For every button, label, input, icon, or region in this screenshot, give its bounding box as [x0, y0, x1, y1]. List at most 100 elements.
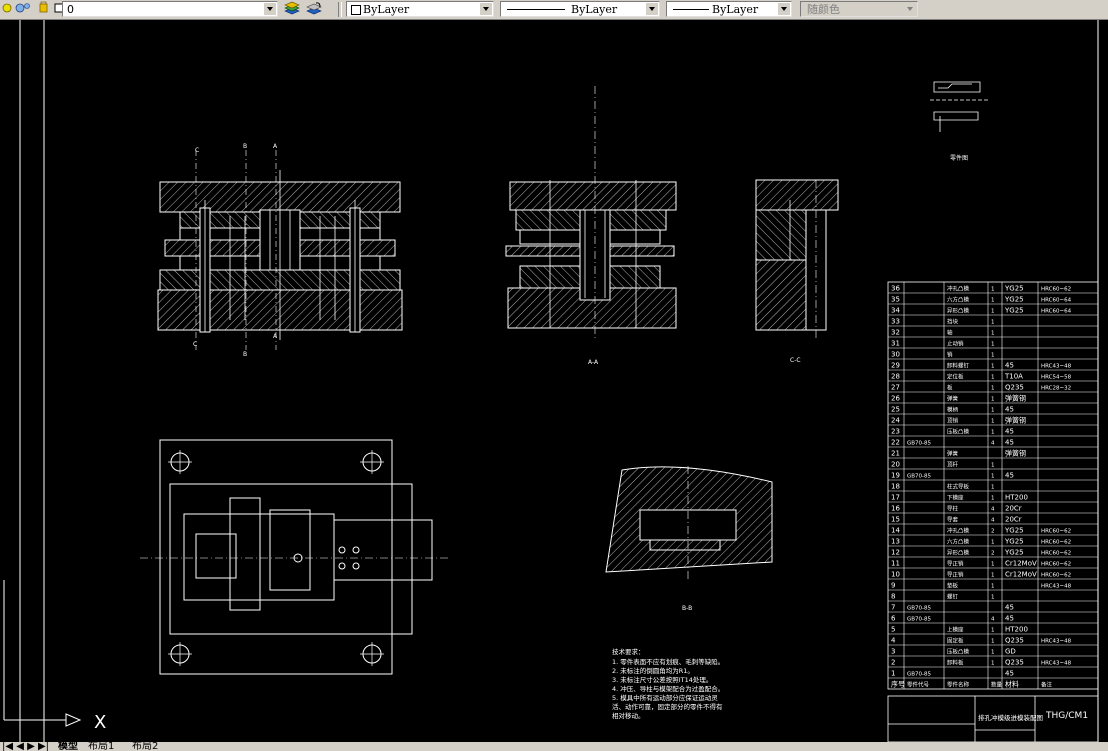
bom-cell-mat: Q235 — [1005, 384, 1024, 392]
layers-stack-icon — [284, 1, 300, 15]
bom-cell-no: 24 — [891, 417, 900, 425]
cut-label-c-top: C — [195, 147, 199, 154]
chevron-down-icon[interactable] — [264, 3, 276, 15]
bom-cell-no: 2 — [891, 659, 895, 667]
section-b-b-label: B-B — [682, 605, 692, 612]
bom-cell-mat: YG25 — [1004, 307, 1024, 315]
bom-cell-mat: YG25 — [1004, 296, 1024, 304]
bom-cell-mat: Q235 — [1005, 659, 1024, 667]
notes-line: 相对移动。 — [612, 711, 645, 720]
section-a-a-view[interactable] — [505, 86, 677, 338]
bom-cell-no: 3 — [891, 648, 895, 656]
bom-cell-no: 11 — [891, 560, 900, 568]
bom-cell-no: 20 — [891, 461, 900, 469]
bom-cell-qty: 1 — [991, 320, 995, 326]
bom-cell-mat: Q235 — [1005, 637, 1024, 645]
bom-cell-std: GB70-85 — [907, 672, 932, 678]
lineweight-sample-icon — [673, 9, 709, 10]
bom-cell-name: 导柱 — [947, 505, 959, 513]
section-b-b-view[interactable] — [605, 466, 773, 580]
bom-cell-no: 18 — [891, 483, 900, 491]
bom-cell-mat: 45 — [1005, 439, 1014, 447]
bom-cell-name: 冲孔凸模 — [947, 285, 970, 293]
bom-cell-no: 16 — [891, 505, 900, 513]
bom-cell-remark: HRC60~64 — [1041, 298, 1072, 304]
bom-cell-no: 9 — [891, 582, 895, 590]
bom-cell-name: 挡块 — [947, 318, 959, 326]
bill-of-materials-table[interactable]: 36 冲孔凸模 1 YG25 HRC60~6235 六方凸模 1 YG25 HRC60~6434… — [887, 281, 1099, 690]
chevron-down-icon[interactable] — [778, 3, 790, 15]
bom-cell-no: 5 — [891, 626, 895, 634]
plotstyle-dropdown: 随颜色 — [800, 1, 918, 17]
part-drawing-view[interactable] — [930, 81, 990, 132]
section-c-c-view[interactable] — [755, 179, 839, 340]
bom-cell-no: 30 — [891, 351, 900, 359]
bom-cell-qty: 1 — [991, 342, 995, 348]
bom-cell-remark: HRC60~62 — [1041, 287, 1071, 293]
tab-nav-arrows[interactable]: |◀ ◀ ▶ ▶| — [2, 742, 49, 751]
notes-line: 2. 未标注的倒圆角均为R1。 — [612, 666, 694, 675]
bom-cell-qty: 1 — [991, 562, 995, 568]
bom-cell-no: 7 — [891, 604, 895, 612]
lineweight-dropdown[interactable]: ByLayer — [666, 1, 792, 17]
color-dropdown[interactable]: ByLayer — [346, 1, 494, 17]
make-layer-current-button[interactable] — [282, 1, 302, 17]
bom-cell-name: 异形凸模 — [947, 307, 970, 315]
bom-cell-name: 压板凸模 — [947, 648, 970, 656]
bom-cell-name: 螺钉 — [947, 593, 959, 601]
bom-cell-no: 23 — [891, 428, 900, 436]
bom-cell-qty: 1 — [991, 650, 995, 656]
bom-cell-name: 上模座 — [947, 626, 964, 634]
front-section-view[interactable] — [157, 150, 403, 350]
bom-cell-name: 弹簧 — [947, 450, 959, 458]
bom-cell-no: 8 — [891, 593, 895, 601]
bom-cell-std: GB70-85 — [907, 474, 932, 480]
layer-state-icons[interactable] — [2, 1, 64, 17]
linetype-dropdown[interactable]: ByLayer — [500, 1, 660, 17]
bom-cell-qty: 1 — [991, 474, 995, 480]
chevron-down-icon[interactable] — [480, 3, 492, 15]
toolbar-separator — [338, 2, 342, 17]
layer-dropdown[interactable]: 0 — [62, 1, 278, 17]
bom-cell-remark: HRC60~62 — [1041, 562, 1071, 568]
bom-cell-qty: 1 — [991, 397, 995, 403]
bom-header-cell: 数量 — [991, 681, 1003, 689]
bom-cell-qty: 1 — [991, 463, 995, 469]
bom-cell-mat: HT200 — [1005, 494, 1028, 502]
bom-cell-no: 1 — [891, 670, 895, 678]
tab-layout1[interactable]: 布局1 — [88, 742, 114, 751]
bom-cell-mat: 45 — [1005, 670, 1014, 678]
bom-cell-mat: 45 — [1005, 406, 1014, 414]
bom-cell-mat: 20Cr — [1005, 516, 1022, 524]
bom-cell-std: GB70-85 — [907, 441, 932, 447]
bom-header-cell: 序号 — [891, 680, 905, 689]
cut-label-b-top: B — [243, 143, 247, 150]
bom-cell-qty: 1 — [991, 584, 995, 590]
chevron-down-icon[interactable] — [646, 3, 658, 15]
bom-cell-mat: 弹簧钢 — [1005, 416, 1026, 425]
tab-model[interactable]: 模型 — [58, 742, 78, 751]
bom-cell-std: GB70-85 — [907, 606, 932, 612]
bom-cell-remark: HRC43~48 — [1041, 661, 1072, 667]
bom-cell-qty: 1 — [991, 353, 995, 359]
ucs-x-label: X — [94, 712, 106, 733]
tab-layout2[interactable]: 布局2 — [132, 742, 158, 751]
layout-tab-bar: |◀ ◀ ▶ ▶| 模型 布局1 布局2 — [0, 742, 1108, 751]
bom-header-cell: 备注 — [1041, 681, 1053, 689]
notes-title: 技术要求： — [612, 647, 645, 656]
bom-cell-remark: HRC54~58 — [1041, 375, 1072, 381]
notes-line: 3. 未标注尺寸公差按照IT14处理。 — [612, 675, 712, 684]
cut-label-a-top: A — [273, 143, 278, 150]
chevron-down-icon — [904, 3, 916, 15]
bom-cell-name: 垫板 — [947, 582, 959, 590]
bom-cell-no: 29 — [891, 362, 900, 370]
bom-cell-remark: HRC43~48 — [1041, 364, 1072, 370]
color-swatch-icon — [351, 5, 361, 15]
plan-view[interactable] — [140, 439, 450, 675]
layer-previous-button[interactable] — [304, 1, 324, 17]
bom-cell-mat: YG25 — [1004, 549, 1024, 557]
bom-cell-qty: 1 — [991, 364, 995, 370]
bom-cell-name: 导正销 — [947, 571, 964, 579]
bom-cell-qty: 1 — [991, 386, 995, 392]
drawing-canvas[interactable]: C B A C B A A-A C-C 零件图 B-B 技术要求： 1. 零件表… — [0, 20, 1108, 742]
